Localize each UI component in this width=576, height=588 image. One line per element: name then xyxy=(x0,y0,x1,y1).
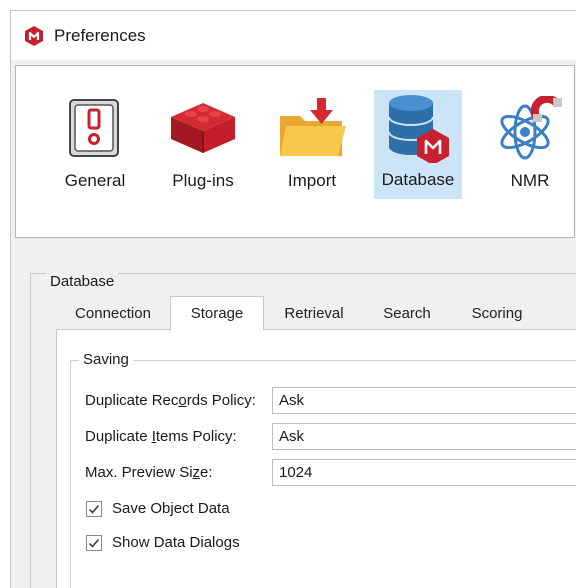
app-logo-icon xyxy=(25,25,43,46)
tab-search[interactable]: Search xyxy=(370,296,444,330)
tab-scoring[interactable]: Scoring xyxy=(458,296,536,330)
toolbar-label: Import xyxy=(287,171,337,190)
atom-magnet-icon xyxy=(491,93,569,165)
window-title: Preferences xyxy=(54,25,146,45)
toolbar-item-plug-ins[interactable]: Plug-ins xyxy=(162,91,244,199)
max-preview-size-label: Max. Preview Size: xyxy=(85,464,213,481)
duplicate-records-policy-select[interactable]: Ask xyxy=(272,387,576,414)
save-object-data-checkbox[interactable] xyxy=(86,500,102,517)
check-mark-icon xyxy=(88,504,100,514)
toolbar-label: Plug-ins xyxy=(172,171,234,190)
folder-import-icon xyxy=(273,93,351,165)
tab-label: Storage xyxy=(190,305,244,322)
show-data-dialogs-label: Show Data Dialogs xyxy=(112,534,240,551)
title-bar: Preferences xyxy=(11,11,576,60)
tab-label: Scoring xyxy=(471,304,523,322)
duplicate-items-policy-label: Duplicate Items Policy: xyxy=(85,428,237,445)
saving-group-legend: Saving xyxy=(79,351,133,368)
duplicate-items-policy-select[interactable]: Ask xyxy=(272,423,576,450)
database-icon xyxy=(379,92,457,164)
toolbar-label: NMR xyxy=(510,171,550,190)
toolbar-label: Database xyxy=(381,170,455,189)
max-preview-size-input[interactable]: 1024 xyxy=(272,459,576,486)
bricks-icon xyxy=(164,93,242,165)
max-preview-size-value: 1024 xyxy=(279,464,313,481)
category-toolbar: General Plug-ins Import Database NMR xyxy=(15,65,575,238)
tab-connection[interactable]: Connection xyxy=(62,296,164,330)
toolbar-item-nmr[interactable]: NMR xyxy=(489,91,571,199)
duplicate-records-policy-value: Ask xyxy=(279,392,305,409)
toolbar-label: General xyxy=(64,171,126,190)
tab-label: Connection xyxy=(75,304,151,322)
tab-storage[interactable]: Storage xyxy=(170,296,264,330)
tab-retrieval[interactable]: Retrieval xyxy=(272,296,356,330)
save-object-data-row: Save Object Data xyxy=(86,500,230,517)
tab-label: Search xyxy=(383,304,431,322)
toolbar-item-general[interactable]: General xyxy=(54,91,136,199)
save-object-data-label: Save Object Data xyxy=(112,500,230,517)
switch-icon xyxy=(56,93,134,165)
tab-label: Retrieval xyxy=(284,304,344,322)
database-group-legend: Database xyxy=(46,273,119,290)
show-data-dialogs-row: Show Data Dialogs xyxy=(86,534,240,551)
duplicate-records-policy-label: Duplicate Records Policy: xyxy=(85,392,256,409)
show-data-dialogs-checkbox[interactable] xyxy=(86,534,102,551)
check-mark-icon xyxy=(88,538,100,548)
toolbar-item-import[interactable]: Import xyxy=(271,91,353,199)
duplicate-items-policy-value: Ask xyxy=(279,428,305,445)
toolbar-item-database[interactable]: Database xyxy=(374,90,462,199)
